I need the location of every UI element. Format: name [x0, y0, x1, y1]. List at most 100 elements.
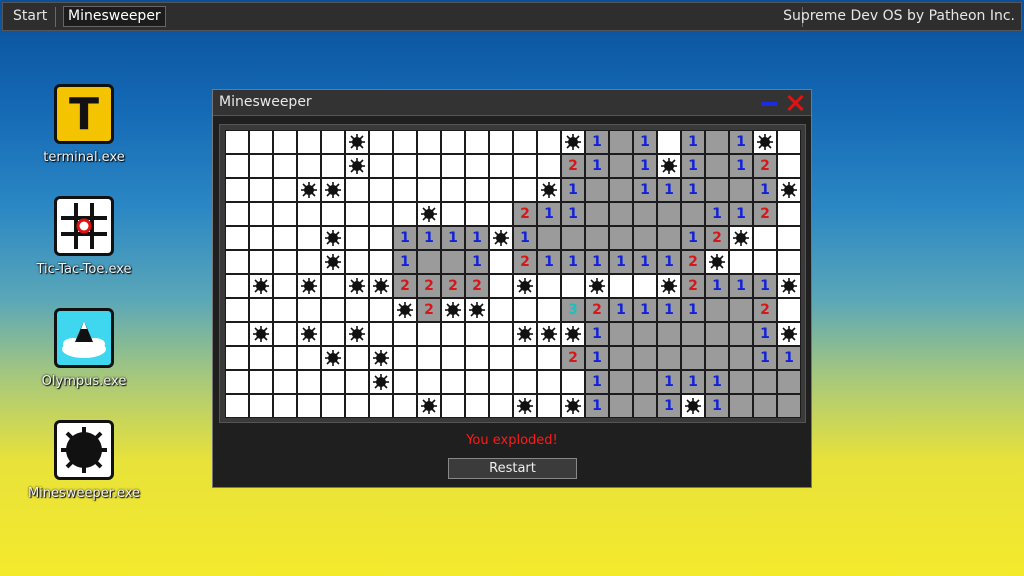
hidden-cell[interactable] [393, 322, 417, 346]
mine-cell[interactable] [705, 250, 729, 274]
hidden-cell[interactable] [225, 202, 249, 226]
hidden-cell[interactable] [729, 250, 753, 274]
hidden-cell[interactable] [777, 226, 801, 250]
hidden-cell[interactable] [489, 130, 513, 154]
taskbar-item-minesweeper[interactable]: Minesweeper [63, 6, 166, 27]
hidden-cell[interactable] [369, 202, 393, 226]
revealed-cell[interactable] [729, 298, 753, 322]
number-cell[interactable]: 1 [585, 250, 609, 274]
hidden-cell[interactable] [345, 202, 369, 226]
minimize-button[interactable] [761, 102, 777, 106]
hidden-cell[interactable] [441, 130, 465, 154]
hidden-cell[interactable] [369, 130, 393, 154]
mine-cell[interactable] [441, 298, 465, 322]
hidden-cell[interactable] [345, 346, 369, 370]
mine-cell[interactable] [321, 250, 345, 274]
mine-cell[interactable] [369, 274, 393, 298]
hidden-cell[interactable] [273, 226, 297, 250]
hidden-cell[interactable] [273, 250, 297, 274]
hidden-cell[interactable] [537, 154, 561, 178]
hidden-cell[interactable] [249, 226, 273, 250]
hidden-cell[interactable] [417, 130, 441, 154]
hidden-cell[interactable] [369, 178, 393, 202]
revealed-cell[interactable] [609, 202, 633, 226]
hidden-cell[interactable] [249, 178, 273, 202]
desktop-icon-minesweeper[interactable]: Minesweeper.exe [24, 420, 144, 501]
desktop-icon-olympus[interactable]: Olympus.exe [24, 308, 144, 389]
mine-cell[interactable] [489, 226, 513, 250]
number-cell[interactable]: 1 [585, 322, 609, 346]
number-cell[interactable]: 1 [729, 130, 753, 154]
revealed-cell[interactable] [633, 370, 657, 394]
mine-cell[interactable] [657, 154, 681, 178]
number-cell[interactable]: 1 [585, 370, 609, 394]
number-cell[interactable]: 1 [681, 298, 705, 322]
hidden-cell[interactable] [273, 178, 297, 202]
revealed-cell[interactable] [657, 226, 681, 250]
revealed-cell[interactable] [705, 346, 729, 370]
hidden-cell[interactable] [249, 394, 273, 418]
revealed-cell[interactable] [417, 250, 441, 274]
revealed-cell[interactable] [705, 154, 729, 178]
hidden-cell[interactable] [489, 322, 513, 346]
revealed-cell[interactable] [585, 226, 609, 250]
hidden-cell[interactable] [489, 250, 513, 274]
number-cell[interactable]: 1 [633, 298, 657, 322]
number-cell[interactable]: 2 [681, 250, 705, 274]
start-button[interactable]: Start [13, 8, 47, 24]
hidden-cell[interactable] [633, 274, 657, 298]
mine-cell[interactable] [417, 202, 441, 226]
number-cell[interactable]: 1 [681, 130, 705, 154]
number-cell[interactable]: 2 [561, 346, 585, 370]
revealed-cell[interactable] [705, 178, 729, 202]
hidden-cell[interactable] [537, 274, 561, 298]
number-cell[interactable]: 1 [657, 298, 681, 322]
mine-cell[interactable] [561, 394, 585, 418]
mine-cell[interactable] [393, 298, 417, 322]
mine-cell[interactable] [417, 394, 441, 418]
number-cell[interactable]: 1 [705, 202, 729, 226]
hidden-cell[interactable] [777, 250, 801, 274]
hidden-cell[interactable] [273, 370, 297, 394]
window-title-bar[interactable]: Minesweeper [213, 90, 811, 116]
revealed-cell[interactable] [609, 322, 633, 346]
hidden-cell[interactable] [777, 202, 801, 226]
number-cell[interactable]: 1 [609, 298, 633, 322]
hidden-cell[interactable] [393, 346, 417, 370]
hidden-cell[interactable] [345, 394, 369, 418]
close-button[interactable] [785, 93, 805, 113]
hidden-cell[interactable] [225, 226, 249, 250]
hidden-cell[interactable] [297, 298, 321, 322]
mine-cell[interactable] [585, 274, 609, 298]
hidden-cell[interactable] [273, 322, 297, 346]
revealed-cell[interactable] [657, 322, 681, 346]
number-cell[interactable]: 1 [561, 250, 585, 274]
hidden-cell[interactable] [345, 250, 369, 274]
number-cell[interactable]: 2 [561, 154, 585, 178]
hidden-cell[interactable] [465, 202, 489, 226]
hidden-cell[interactable] [465, 178, 489, 202]
hidden-cell[interactable] [249, 130, 273, 154]
revealed-cell[interactable] [609, 226, 633, 250]
number-cell[interactable]: 1 [561, 202, 585, 226]
hidden-cell[interactable] [513, 130, 537, 154]
hidden-cell[interactable] [369, 322, 393, 346]
hidden-cell[interactable] [753, 250, 777, 274]
hidden-cell[interactable] [777, 154, 801, 178]
number-cell[interactable]: 1 [537, 250, 561, 274]
number-cell[interactable]: 2 [753, 298, 777, 322]
hidden-cell[interactable] [225, 298, 249, 322]
number-cell[interactable]: 1 [465, 250, 489, 274]
hidden-cell[interactable] [273, 346, 297, 370]
number-cell[interactable]: 1 [681, 154, 705, 178]
revealed-cell[interactable] [441, 250, 465, 274]
number-cell[interactable]: 2 [417, 274, 441, 298]
revealed-cell[interactable] [633, 346, 657, 370]
hidden-cell[interactable] [249, 370, 273, 394]
hidden-cell[interactable] [225, 394, 249, 418]
desktop-icon-tic-tac-toe[interactable]: Tic-Tac-Toe.exe [24, 196, 144, 277]
restart-button[interactable]: Restart [448, 458, 577, 479]
hidden-cell[interactable] [369, 226, 393, 250]
hidden-cell[interactable] [417, 346, 441, 370]
hidden-cell[interactable] [297, 250, 321, 274]
